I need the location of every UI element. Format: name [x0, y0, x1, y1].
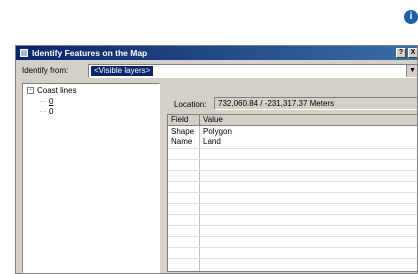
table-cell-field: Shape: [171, 127, 195, 136]
close-button[interactable]: X: [408, 48, 417, 58]
identify-dialog: Identify Features on the Map ? X Identif…: [15, 45, 418, 274]
identify-icon: [20, 49, 28, 57]
title-bar[interactable]: Identify Features on the Map ? X: [16, 46, 417, 60]
row-divider: [168, 258, 417, 259]
column-header-field[interactable]: Field: [168, 115, 200, 126]
help-button[interactable]: ?: [396, 48, 406, 58]
tree-item-coast-lines[interactable]: - Coast lines: [27, 86, 77, 95]
identify-from-dropdown[interactable]: <Visible layers> ▼: [88, 64, 417, 78]
row-divider: [168, 148, 417, 149]
dialog-title: Identify Features on the Map: [32, 48, 148, 58]
table-cell-value: Land: [203, 137, 221, 146]
row-divider: [168, 192, 417, 193]
row-divider: [168, 225, 417, 226]
location-label: Location:: [174, 100, 207, 109]
row-divider: [168, 170, 417, 171]
tree-item-feature[interactable]: ··· 0: [39, 107, 53, 116]
location-field: 732,060.84 / -231,317.37 Meters: [214, 97, 417, 110]
tree-item-feature[interactable]: ··· 0: [39, 97, 53, 106]
collapse-icon[interactable]: -: [27, 87, 34, 95]
table-cell-field: Name: [171, 137, 193, 146]
tree-item-label: 0: [49, 107, 54, 116]
tree-item-label: 0: [49, 97, 54, 106]
row-divider: [168, 203, 417, 204]
column-header-value[interactable]: Value: [200, 115, 417, 126]
info-badge-icon: i: [404, 10, 418, 24]
row-divider: [168, 214, 417, 215]
row-divider: [168, 236, 417, 237]
row-divider: [168, 247, 417, 248]
attributes-table: Field Value Shape Polygon Name Land: [167, 114, 417, 272]
identify-from-label: Identify from:: [22, 66, 69, 75]
table-cell-value: Polygon: [203, 127, 232, 136]
identify-from-value: <Visible layers>: [91, 66, 154, 76]
results-tree[interactable]: - Coast lines ··· 0 ··· 0: [22, 83, 160, 273]
chevron-down-icon[interactable]: ▼: [406, 65, 417, 77]
row-divider: [168, 181, 417, 182]
tree-item-label: Coast lines: [37, 86, 77, 95]
row-divider: [168, 159, 417, 160]
